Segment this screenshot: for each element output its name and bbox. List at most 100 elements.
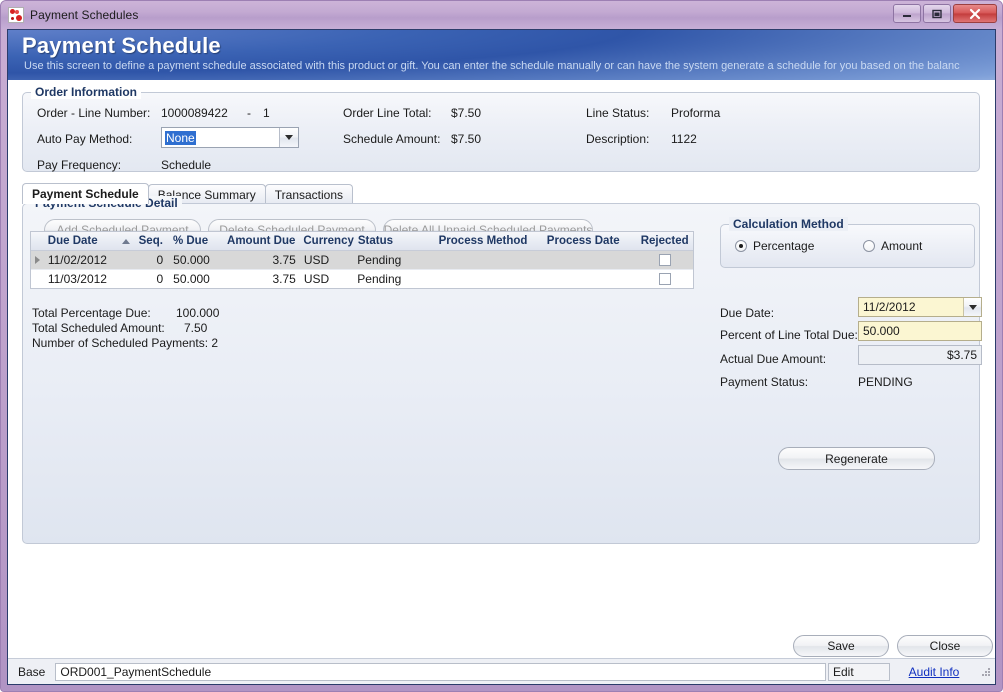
tab-payment-schedule[interactable]: Payment Schedule [22, 183, 149, 204]
schedule-amount-value: $7.50 [451, 132, 482, 146]
cell-currency: USD [303, 272, 330, 286]
auto-pay-method-label: Auto Pay Method: [37, 132, 133, 146]
table-row[interactable]: 11/02/2012 0 50.000 3.75 USD Pending [31, 251, 693, 270]
minimize-button[interactable] [893, 4, 921, 23]
cell-process-date [543, 270, 637, 288]
description-label: Description: [586, 132, 650, 146]
cell-pct-due: 50.000 [173, 253, 210, 267]
grid-header-row: Due Date Seq. % Due Amount Due Currency … [31, 232, 693, 251]
cell-process-method [434, 270, 542, 288]
grid-header-amount-due[interactable]: Amount Due [222, 232, 299, 250]
maximize-button[interactable] [923, 4, 951, 23]
application-window: Payment Schedules Payment Schedule Use t… [0, 0, 1003, 692]
percent-of-line-total-due-value: 50.000 [863, 324, 900, 338]
grid-header-rejected[interactable]: Rejected [636, 232, 693, 250]
save-button[interactable]: Save [793, 635, 889, 657]
due-date-input[interactable]: 11/2/2012 [858, 297, 982, 317]
order-line-total-label: Order Line Total: [343, 106, 432, 120]
row-indicator [31, 270, 44, 288]
order-line-total-value: $7.50 [451, 106, 482, 120]
status-base-label: Base [18, 664, 46, 679]
cell-currency: USD [303, 253, 330, 267]
order-number-value: 1000089422 [161, 106, 228, 120]
window-controls [893, 4, 997, 23]
grid-header-indicator [31, 232, 44, 250]
total-percentage-due-label: Total Percentage Due: [32, 306, 151, 320]
tab-transactions[interactable]: Transactions [264, 184, 354, 204]
cell-rejected[interactable] [636, 270, 693, 288]
regenerate-button[interactable]: Regenerate [778, 447, 935, 470]
resize-grip-icon[interactable] [980, 666, 992, 678]
page-body: Order Information Order - Line Number: 1… [8, 80, 995, 684]
grid-header-due-date[interactable]: Due Date [44, 232, 119, 250]
rejected-checkbox[interactable] [658, 273, 671, 285]
order-information-panel: Order Information Order - Line Number: 1… [22, 85, 980, 172]
grid-header-seq[interactable]: Seq. [134, 232, 169, 250]
auto-pay-method-combo[interactable]: None [161, 127, 299, 148]
cell-status: Pending [357, 272, 402, 286]
cell-amount-due: 3.75 [272, 253, 296, 267]
radio-amount-indicator[interactable] [863, 240, 875, 252]
total-percentage-due-value: 100.000 [176, 306, 220, 320]
due-date-value: 11/2/2012 [863, 300, 916, 314]
due-date-label: Due Date: [720, 306, 775, 320]
schedule-amount-label: Schedule Amount: [343, 132, 441, 146]
order-information-legend: Order Information [31, 85, 142, 99]
auto-pay-method-value: None [162, 130, 279, 145]
order-line-dash: - [247, 106, 251, 120]
chevron-down-icon [285, 135, 293, 140]
audit-info-link[interactable]: Audit Info [892, 663, 976, 681]
app-icon [8, 7, 24, 23]
cell-rejected[interactable] [636, 251, 693, 269]
cell-spacer [119, 270, 134, 288]
cell-due-date: 11/03/2012 [47, 272, 107, 286]
close-button-footer[interactable]: Close [897, 635, 993, 657]
radio-percentage-label: Percentage [753, 239, 815, 253]
rejected-checkbox[interactable] [658, 254, 671, 266]
actual-due-amount-label: Actual Due Amount: [720, 352, 827, 366]
cell-due-date: 11/02/2012 [47, 253, 107, 267]
page-banner: Payment Schedule Use this screen to defi… [8, 30, 995, 80]
actual-due-amount-input: $3.75 [858, 345, 982, 365]
auto-pay-method-dropdown-button[interactable] [279, 128, 298, 147]
actual-due-amount-value: $3.75 [946, 348, 977, 362]
grid-header-currency[interactable]: Currency [299, 232, 354, 250]
line-number-value: 1 [263, 106, 270, 120]
chevron-down-icon [968, 304, 977, 310]
status-form-name: ORD001_PaymentSchedule [55, 662, 826, 681]
grid-header-process-date[interactable]: Process Date [543, 232, 637, 250]
due-date-dropdown-button[interactable] [963, 298, 981, 316]
cell-seq: 0 [156, 253, 164, 267]
window-title: Payment Schedules [30, 8, 139, 22]
line-status-label: Line Status: [586, 106, 650, 120]
radio-percentage-indicator[interactable] [735, 240, 747, 252]
percent-of-line-total-due-input[interactable]: 50.000 [858, 321, 982, 341]
calculation-method-panel: Calculation Method Percentage Amount [720, 217, 975, 268]
auto-pay-method-selected-text: None [165, 130, 196, 145]
cell-spacer [119, 251, 134, 269]
pay-frequency-label: Pay Frequency: [37, 158, 122, 172]
table-row[interactable]: 11/03/2012 0 50.000 3.75 USD Pending [31, 270, 693, 288]
scheduled-payments-grid[interactable]: Due Date Seq. % Due Amount Due Currency … [30, 231, 694, 289]
cell-pct-due: 50.000 [173, 272, 210, 286]
total-scheduled-amount-label: Total Scheduled Amount: [32, 321, 165, 335]
grid-header-pct-due[interactable]: % Due [169, 232, 222, 250]
radio-amount[interactable]: Amount [863, 239, 922, 253]
close-button[interactable] [953, 4, 997, 23]
radio-amount-label: Amount [881, 239, 923, 253]
percent-of-line-total-due-label: Percent of Line Total Due: [720, 328, 858, 342]
cell-process-method [434, 251, 542, 269]
grid-header-status[interactable]: Status [354, 232, 435, 250]
radio-percentage[interactable]: Percentage [735, 239, 814, 253]
sort-ascending-icon [119, 232, 134, 250]
number-of-scheduled-payments: Number of Scheduled Payments: 2 [32, 336, 219, 350]
cell-status: Pending [357, 253, 402, 267]
row-indicator-icon [31, 251, 44, 269]
cell-amount-due: 3.75 [272, 272, 296, 286]
cell-seq: 0 [156, 272, 164, 286]
grid-header-process-method[interactable]: Process Method [435, 232, 543, 250]
title-bar: Payment Schedules [1, 1, 1002, 29]
tab-strip: Payment Schedule Balance Summary Transac… [22, 183, 354, 204]
cell-process-date [543, 251, 637, 269]
order-line-number-label: Order - Line Number: [37, 106, 151, 120]
